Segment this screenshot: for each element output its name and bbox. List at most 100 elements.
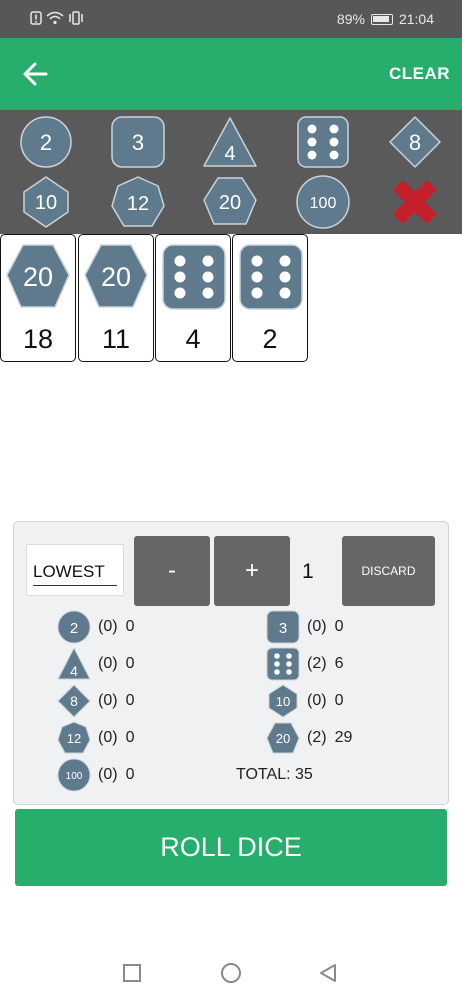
- d8-icon: 8: [389, 116, 441, 168]
- rolled-value: 18: [22, 324, 54, 354]
- rolled-die-card[interactable]: 20 18: [0, 234, 76, 362]
- summary-count: (2): [307, 655, 327, 672]
- summary-count: (0): [98, 692, 118, 709]
- arrow-left-icon: [23, 62, 48, 86]
- d100-icon: 100: [296, 175, 350, 229]
- dice-palette: 2 3 4 8 10 12 20 100: [0, 110, 462, 234]
- summary-row-d20: 20 (2) 29: [265, 721, 352, 755]
- d20-icon: 20: [6, 244, 70, 308]
- summary-count: (0): [98, 729, 118, 746]
- roll-dice-button[interactable]: ROLL DICE: [15, 809, 447, 886]
- discard-button[interactable]: DISCARD: [342, 536, 435, 606]
- clear-button[interactable]: CLEAR: [389, 64, 450, 84]
- add-d6-button[interactable]: [293, 114, 353, 170]
- d8-icon: 8: [57, 684, 91, 718]
- summary-die-label: 8: [70, 693, 78, 709]
- remove-dice-button[interactable]: [385, 174, 445, 230]
- d6-icon: [297, 116, 349, 168]
- d12-label: 12: [127, 193, 149, 215]
- alert-icon: [30, 11, 42, 25]
- d20-icon: 20: [266, 722, 300, 754]
- d3-icon: 3: [111, 116, 165, 168]
- summary-sum: 6: [334, 655, 344, 672]
- d6-icon: [162, 244, 226, 310]
- add-d10-button[interactable]: 10: [16, 174, 76, 230]
- modifier-count: 1: [302, 560, 314, 583]
- home-icon[interactable]: [220, 962, 242, 984]
- summary-row-d12: 12 (0) 0: [56, 721, 134, 755]
- select-underline: [33, 585, 117, 586]
- vibrate-icon: [69, 11, 83, 25]
- rolled-die-card[interactable]: 20 11: [78, 234, 154, 362]
- summary-sum: 0: [334, 692, 344, 709]
- d3-icon: 3: [266, 610, 300, 644]
- add-d8-button[interactable]: 8: [385, 114, 445, 170]
- d100-icon: 100: [57, 758, 91, 792]
- wifi-icon: [46, 11, 64, 25]
- summary-row-d2: 2 (0) 0: [56, 610, 134, 644]
- increment-button[interactable]: +: [214, 536, 290, 606]
- system-nav-bar: [0, 945, 462, 1000]
- d8-label: 8: [409, 130, 421, 155]
- rolled-die-card[interactable]: 2: [232, 234, 308, 362]
- summary-sum: 0: [125, 618, 135, 635]
- summary-die-label: 100: [66, 771, 83, 782]
- d10-icon: 10: [268, 684, 298, 718]
- status-bar: 89% 21:04: [0, 0, 462, 38]
- d12-icon: 12: [111, 176, 165, 227]
- summary-sum: 0: [125, 655, 135, 672]
- summary-row-d6: (2) 6: [265, 647, 343, 681]
- back-nav-icon[interactable]: [318, 963, 338, 983]
- d20-icon: 20: [84, 244, 148, 308]
- modifier-select[interactable]: LOWEST: [26, 544, 124, 596]
- summary-count: (0): [307, 618, 327, 635]
- rolled-die-label: 20: [101, 262, 131, 292]
- summary-count: (0): [98, 618, 118, 635]
- d2-icon: 2: [57, 610, 91, 644]
- status-icons: [30, 11, 84, 25]
- add-d4-button[interactable]: 4: [200, 114, 260, 170]
- summary-die-label: 2: [70, 620, 78, 637]
- rolled-value: 2: [262, 324, 278, 354]
- close-icon: [393, 180, 437, 224]
- summary-row-d100: 100 (0) 0: [56, 758, 134, 792]
- summary-count: (0): [98, 766, 118, 783]
- d2-label: 2: [40, 130, 52, 155]
- summary-die-label: 10: [276, 694, 290, 709]
- add-d12-button[interactable]: 12: [108, 174, 168, 230]
- rolled-die-label: 20: [23, 262, 53, 292]
- add-d20-button[interactable]: 20: [200, 174, 260, 230]
- summary-sum: 29: [334, 729, 353, 746]
- summary-row-d4: 4 (0) 0: [56, 647, 134, 681]
- total-label: TOTAL: 35: [236, 766, 313, 783]
- app-bar: CLEAR: [0, 38, 462, 110]
- rolled-die-card[interactable]: 4: [155, 234, 231, 362]
- summary-count: (0): [98, 655, 118, 672]
- summary-row-d10: 10 (0) 0: [265, 684, 343, 718]
- summary-die-label: 20: [276, 731, 290, 746]
- battery-percent: 89%: [336, 11, 365, 27]
- add-d2-button[interactable]: 2: [16, 114, 76, 170]
- d20-label: 20: [219, 192, 241, 214]
- d2-icon: 2: [20, 116, 72, 168]
- add-d100-button[interactable]: 100: [293, 174, 353, 230]
- summary-count: (0): [307, 692, 327, 709]
- d3-label: 3: [132, 130, 144, 155]
- summary-die-label: 12: [67, 731, 81, 746]
- d4-icon: 4: [203, 117, 257, 167]
- summary-die-label: 4: [70, 663, 78, 679]
- d4-icon: 4: [57, 647, 91, 680]
- battery-icon: [370, 13, 393, 25]
- recent-apps-icon[interactable]: [122, 963, 142, 983]
- d6-icon: [266, 647, 300, 681]
- decrement-button[interactable]: -: [134, 536, 210, 606]
- d100-label: 100: [310, 195, 337, 212]
- summary-sum: 0: [125, 692, 135, 709]
- rolled-value: 11: [101, 324, 131, 354]
- d6-icon: [239, 244, 303, 310]
- d12-icon: 12: [57, 721, 91, 754]
- add-d3-button[interactable]: 3: [108, 114, 168, 170]
- summary-row-d8: 8 (0) 0: [56, 684, 134, 718]
- summary-panel: LOWEST - + 1 DISCARD 2 (0) 0 4 (0) 0 8 (…: [13, 521, 449, 805]
- back-button[interactable]: [18, 58, 52, 90]
